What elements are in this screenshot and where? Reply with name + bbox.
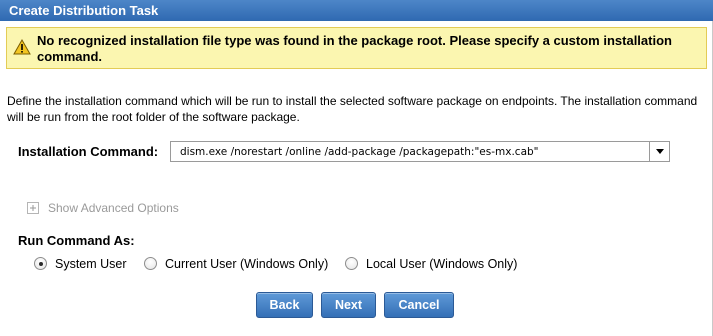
warning-banner: No recognized installation file type was… xyxy=(6,27,707,69)
installation-command-combobox[interactable] xyxy=(170,141,670,162)
installation-command-label: Installation Command: xyxy=(18,144,159,159)
radio-button-selected[interactable] xyxy=(34,257,47,270)
show-advanced-options-label: Show Advanced Options xyxy=(48,201,179,215)
cancel-button[interactable]: Cancel xyxy=(384,292,454,318)
description-text: Define the installation command which wi… xyxy=(7,94,698,124)
dropdown-button[interactable] xyxy=(649,142,669,161)
run-command-as-label: Run Command As: xyxy=(18,233,135,248)
warning-message: No recognized installation file type was… xyxy=(37,33,672,64)
radio-label: Local User (Windows Only) xyxy=(366,257,518,271)
radio-button[interactable] xyxy=(144,257,157,270)
radio-button[interactable] xyxy=(345,257,358,270)
chevron-down-icon xyxy=(656,149,664,154)
radio-label: Current User (Windows Only) xyxy=(165,257,329,271)
back-button[interactable]: Back xyxy=(256,292,313,318)
installation-command-input[interactable] xyxy=(171,142,649,161)
next-button[interactable]: Next xyxy=(321,292,376,318)
radio-label: System User xyxy=(55,257,127,271)
warning-triangle-icon xyxy=(13,38,31,55)
dialog-title: Create Distribution Task xyxy=(0,0,713,21)
create-distribution-task-dialog: Create Distribution Task No recognized i… xyxy=(0,0,713,336)
expand-plus-icon xyxy=(27,202,40,215)
